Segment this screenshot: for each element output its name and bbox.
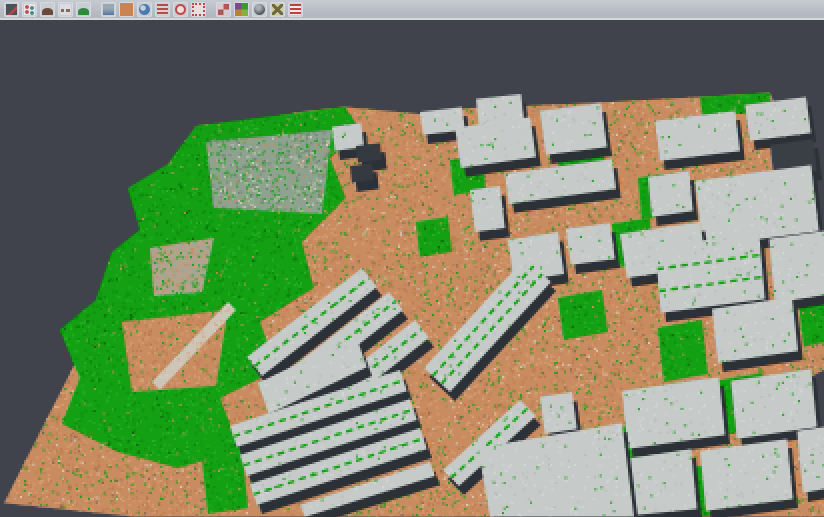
toolbar-separator — [92, 1, 99, 17]
class-flags-icon[interactable] — [288, 2, 303, 17]
profile-view-icon[interactable] — [101, 2, 116, 17]
dataset-cube-icon[interactable] — [4, 2, 19, 17]
toolbar-separator — [207, 1, 214, 17]
main-toolbar — [0, 0, 824, 20]
3d-viewport[interactable] — [0, 0, 824, 517]
classification-palette-icon[interactable] — [234, 2, 249, 17]
application-window — [0, 0, 824, 517]
classify-points-icon[interactable] — [22, 2, 37, 17]
raster-grid-icon[interactable] — [216, 2, 231, 17]
ground-layer-icon[interactable] — [119, 2, 134, 17]
sparse-points-icon[interactable] — [58, 2, 73, 17]
vegetation-layer-icon[interactable] — [76, 2, 91, 17]
globe-icon[interactable] — [137, 2, 152, 17]
zoom-extents-icon[interactable] — [191, 2, 206, 17]
measure-cross-icon[interactable] — [270, 2, 285, 17]
circle-select-icon[interactable] — [173, 2, 188, 17]
elevation-bands-icon[interactable] — [155, 2, 170, 17]
terrain-model-icon[interactable] — [40, 2, 55, 17]
shaded-sphere-icon[interactable] — [252, 2, 267, 17]
